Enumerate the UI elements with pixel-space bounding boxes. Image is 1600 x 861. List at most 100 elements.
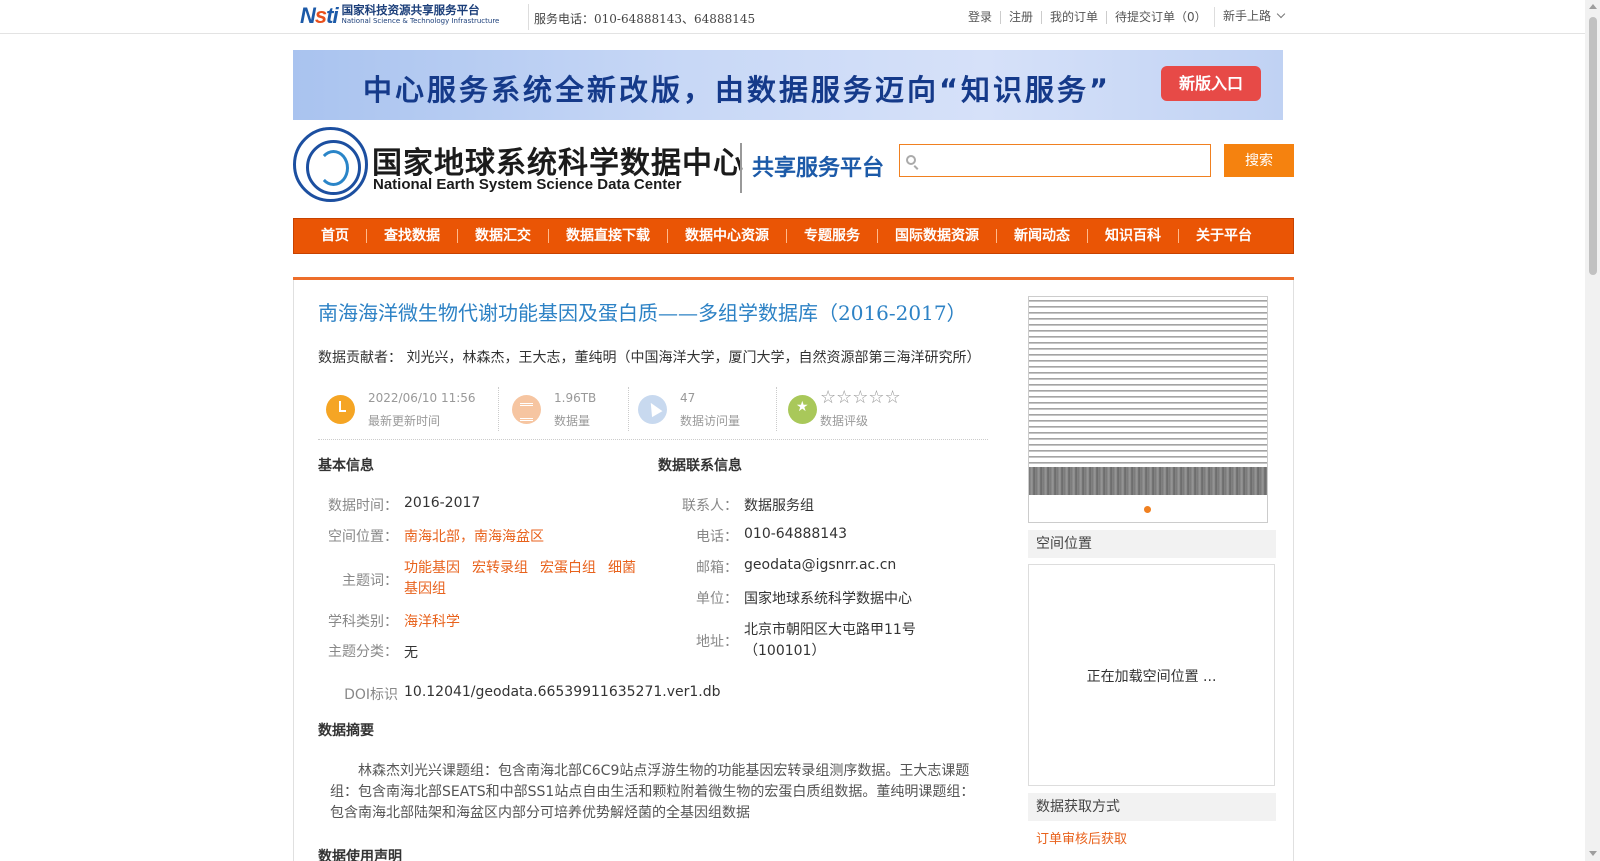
basic-info-title: 基本信息 bbox=[318, 458, 374, 474]
nav-find-data[interactable]: 查找数据 bbox=[366, 229, 457, 243]
search-box bbox=[899, 144, 1211, 177]
usage-title: 数据使用声明 bbox=[318, 849, 402, 861]
stats-row: 2022/06/10 11:56 最新更新时间 1.96TB 数据量 47 数据… bbox=[318, 385, 988, 440]
divider bbox=[498, 387, 499, 431]
scrollbar-thumb[interactable] bbox=[1589, 17, 1597, 275]
phone-label: 电话： bbox=[696, 529, 738, 545]
nav-topic-services[interactable]: 专题服务 bbox=[786, 229, 877, 243]
stat-visits: 47 数据访问量 bbox=[630, 385, 777, 433]
contributors-label: 数据贡献者： bbox=[318, 350, 402, 366]
nsti-logo-mark: Nsti bbox=[300, 3, 339, 28]
nav-center-resources[interactable]: 数据中心资源 bbox=[667, 229, 786, 243]
nsti-logo[interactable]: Nsti 国家科技资源共享服务平台 National Science & Tec… bbox=[300, 3, 520, 29]
keyword-link[interactable]: 宏蛋白组 bbox=[540, 560, 596, 576]
dataset-title: 南海海洋微生物代谢功能基因及蛋白质——多组学数据库（2016-2017） bbox=[318, 301, 967, 325]
dataset-preview[interactable] bbox=[1028, 296, 1268, 523]
stat-update-time: 2022/06/10 11:56 最新更新时间 bbox=[318, 385, 499, 433]
data-time-label: 数据时间： bbox=[328, 498, 398, 514]
keyword-link[interactable]: 基因组 bbox=[404, 581, 446, 597]
star-icon bbox=[788, 395, 817, 424]
nsti-logo-cn: 国家科技资源共享服务平台 bbox=[341, 3, 480, 17]
nav-news[interactable]: 新闻动态 bbox=[996, 229, 1087, 243]
register-link[interactable]: 注册 bbox=[1000, 11, 1041, 24]
nav-direct-download[interactable]: 数据直接下载 bbox=[548, 229, 667, 243]
access-title: 数据获取方式 bbox=[1028, 793, 1276, 821]
keyword-link[interactable]: 细菌 bbox=[608, 560, 636, 576]
promo-banner[interactable]: 中心服务系统全新改版，由数据服务迈向“知识服务” 新版入口 bbox=[293, 50, 1283, 120]
keywords-line1: 功能基因 宏转录组 宏蛋白组 细菌 bbox=[404, 557, 648, 577]
divider bbox=[628, 387, 629, 431]
rating-stars[interactable]: ☆☆☆☆☆ bbox=[820, 387, 901, 408]
nsti-logo-en: National Science & Technology Infrastruc… bbox=[341, 17, 500, 25]
phone-value: 010-64888143 bbox=[744, 526, 848, 542]
nav-home[interactable]: 首页 bbox=[304, 229, 366, 243]
login-link[interactable]: 登录 bbox=[960, 11, 1000, 24]
data-time-value: 2016-2017 bbox=[404, 495, 481, 511]
nav-international-data[interactable]: 国际数据资源 bbox=[877, 229, 996, 243]
data-center-emblem-icon bbox=[293, 127, 368, 202]
update-time-label: 最新更新时间 bbox=[368, 414, 441, 428]
spatial-map[interactable]: 正在加载空间位置 ... bbox=[1028, 564, 1275, 786]
update-time-value: 2022/06/10 11:56 bbox=[368, 391, 476, 405]
nav-data-submission[interactable]: 数据汇交 bbox=[457, 229, 548, 243]
visits-label: 数据访问量 bbox=[680, 414, 741, 428]
my-orders-link[interactable]: 我的订单 bbox=[1041, 11, 1106, 24]
nav-knowledge[interactable]: 知识百科 bbox=[1087, 229, 1178, 243]
doi-label: DOI标识 bbox=[344, 687, 398, 703]
main-nav: 首页 查找数据 数据汇交 数据直接下载 数据中心资源 专题服务 国际数据资源 新… bbox=[293, 218, 1294, 254]
abstract-text: 林森杰刘光兴课题组：包含南海北部C6C9站点浮游生物的功能基因宏转录组测序数据。… bbox=[330, 763, 975, 821]
scroll-up-icon[interactable] bbox=[1589, 4, 1597, 9]
location-label: 空间位置： bbox=[328, 529, 398, 545]
divider bbox=[528, 4, 529, 30]
keyword-link[interactable]: 功能基因 bbox=[404, 560, 460, 576]
rating-label: 数据评级 bbox=[820, 414, 869, 428]
search-input[interactable] bbox=[922, 147, 1207, 174]
search-icon bbox=[906, 155, 916, 165]
stat-volume: 1.96TB 数据量 bbox=[504, 385, 629, 433]
cursor-icon bbox=[638, 395, 667, 424]
top-bar: Nsti 国家科技资源共享服务平台 National Science & Tec… bbox=[0, 0, 1585, 34]
org-label: 单位： bbox=[696, 591, 738, 607]
contact-value: 数据服务组 bbox=[744, 498, 814, 514]
keyword-link[interactable]: 宏转录组 bbox=[472, 560, 528, 576]
nav-about[interactable]: 关于平台 bbox=[1178, 229, 1269, 243]
visits-value: 47 bbox=[680, 391, 696, 405]
contributors-value: 刘光兴，林森杰，王大志，董纯明（中国海洋大学，厦门大学，自然资源部第三海洋研究所… bbox=[406, 350, 981, 366]
platform-name: 共享服务平台 bbox=[752, 156, 885, 181]
address-line1: 北京市朝阳区大屯路甲11号 bbox=[744, 622, 916, 638]
order-access-link[interactable]: 订单审核后获取 bbox=[1036, 828, 1127, 847]
banner-text: 中心服务系统全新改版，由数据服务迈向“知识服务” bbox=[363, 73, 1112, 107]
newbie-guide-dropdown[interactable]: 新手上路 bbox=[1214, 7, 1289, 27]
discipline-link[interactable]: 海洋科学 bbox=[404, 611, 460, 631]
keywords-label: 主题词： bbox=[342, 573, 398, 589]
clock-icon bbox=[326, 395, 355, 424]
location-link[interactable]: 南海北部，南海海盆区 bbox=[404, 526, 544, 546]
new-version-button[interactable]: 新版入口 bbox=[1161, 66, 1261, 101]
contact-info-title: 数据联系信息 bbox=[658, 458, 742, 474]
address-label: 地址： bbox=[696, 634, 738, 650]
abstract-title: 数据摘要 bbox=[318, 723, 374, 739]
map-loading-text: 正在加载空间位置 ... bbox=[1086, 669, 1217, 685]
email-label: 邮箱： bbox=[696, 560, 738, 576]
keywords-line2: 基因组 bbox=[404, 578, 458, 598]
page-scrollbar[interactable] bbox=[1585, 0, 1600, 861]
contact-label: 联系人： bbox=[682, 498, 738, 514]
email-value: geodata@igsnrr.ac.cn bbox=[744, 557, 897, 573]
carousel-dot[interactable] bbox=[1144, 506, 1151, 513]
service-phone: 服务电话：010-64888143、64888145 bbox=[534, 12, 756, 26]
contributors: 数据贡献者： 刘光兴，林森杰，王大志，董纯明（中国海洋大学，厦门大学，自然资源部… bbox=[318, 347, 980, 367]
spatial-title: 空间位置 bbox=[1028, 530, 1276, 558]
center-name-en: National Earth System Science Data Cente… bbox=[373, 176, 682, 193]
pending-orders-link[interactable]: 待提交订单（0） bbox=[1106, 11, 1215, 24]
discipline-label: 学科类别： bbox=[328, 614, 398, 630]
scroll-down-icon[interactable] bbox=[1589, 851, 1597, 856]
chevron-down-icon bbox=[1276, 9, 1286, 19]
search-button[interactable]: 搜索 bbox=[1224, 144, 1294, 177]
org-value: 国家地球系统科学数据中心 bbox=[744, 591, 912, 607]
top-links: 登录 注册 我的订单 待提交订单（0） bbox=[960, 11, 1215, 24]
stat-rating: ☆☆☆☆☆ 数据评级 bbox=[780, 385, 960, 433]
volume-value: 1.96TB bbox=[554, 391, 597, 405]
header-divider bbox=[740, 143, 742, 193]
doi-value[interactable]: 10.12041/geodata.66539911635271.ver1.db bbox=[404, 684, 721, 700]
volume-label: 数据量 bbox=[554, 414, 591, 428]
